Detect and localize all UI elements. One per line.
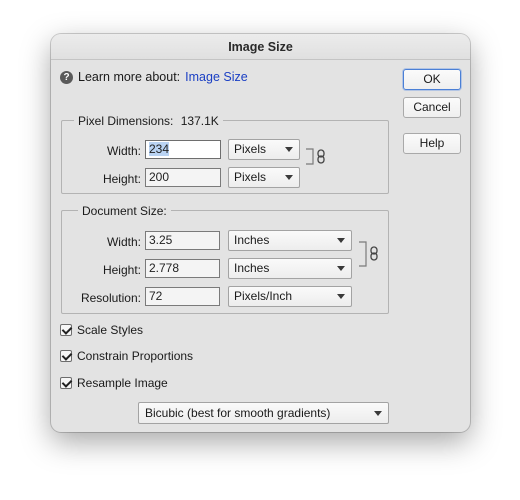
resolution-label: Resolution: xyxy=(80,291,141,305)
chevron-down-icon xyxy=(285,147,293,152)
checkbox-checked-icon[interactable] xyxy=(60,377,72,389)
ok-button[interactable]: OK xyxy=(403,69,461,90)
cancel-button[interactable]: Cancel xyxy=(403,97,461,118)
resolution-value: 72 xyxy=(149,289,163,303)
resample-method-value: Bicubic (best for smooth gradients) xyxy=(145,406,331,420)
chain-link-icon[interactable] xyxy=(358,240,382,268)
doc-width-input[interactable]: 3.25 xyxy=(145,231,220,250)
chevron-down-icon xyxy=(285,175,293,180)
learn-more-prefix: Learn more about: xyxy=(78,70,181,84)
help-button[interactable]: Help xyxy=(403,133,461,154)
pixel-height-unit-select[interactable]: Pixels xyxy=(228,167,300,188)
resolution-unit: Pixels/Inch xyxy=(234,289,293,303)
resolution-unit-select[interactable]: Pixels/Inch xyxy=(228,286,352,307)
chevron-down-icon xyxy=(337,294,345,299)
doc-width-unit-select[interactable]: Inches xyxy=(228,230,352,251)
resolution-input[interactable]: 72 xyxy=(145,287,220,306)
doc-height-value: 2.778 xyxy=(149,261,180,275)
chain-link-icon[interactable] xyxy=(305,147,329,167)
learn-more-row: ? Learn more about: Image Size xyxy=(60,70,248,84)
pixel-dimensions-title: Pixel Dimensions: 137.1K xyxy=(74,114,223,128)
doc-width-value: 3.25 xyxy=(149,233,173,247)
pixel-height-value: 200 xyxy=(149,170,170,184)
pixel-width-label: Width: xyxy=(106,144,141,158)
constrain-proportions-label: Constrain Proportions xyxy=(77,349,194,363)
doc-width-label: Width: xyxy=(106,235,141,249)
doc-height-label: Height: xyxy=(102,263,141,277)
chevron-down-icon xyxy=(337,238,345,243)
document-size-label: Document Size: xyxy=(78,204,171,218)
pixel-width-input[interactable]: 234 xyxy=(145,140,221,159)
pixel-width-unit: Pixels xyxy=(234,142,267,156)
pixel-dimensions-size: 137.1K xyxy=(180,114,219,128)
resample-image-label: Resample Image xyxy=(77,376,168,390)
pixel-height-label: Height: xyxy=(102,172,141,186)
dialog-title: Image Size xyxy=(51,34,470,60)
scale-styles-label: Scale Styles xyxy=(77,323,144,337)
learn-more-link[interactable]: Image Size xyxy=(185,70,248,84)
chevron-down-icon xyxy=(374,411,382,416)
chevron-down-icon xyxy=(337,266,345,271)
pixel-width-unit-select[interactable]: Pixels xyxy=(228,139,300,160)
help-circle-icon: ? xyxy=(60,70,73,84)
doc-width-unit: Inches xyxy=(234,233,270,247)
checkbox-checked-icon[interactable] xyxy=(60,350,72,362)
doc-height-unit-select[interactable]: Inches xyxy=(228,258,352,279)
pixel-dimensions-label: Pixel Dimensions: xyxy=(78,114,174,128)
doc-height-unit: Inches xyxy=(234,261,270,275)
checkbox-checked-icon[interactable] xyxy=(60,324,72,336)
pixel-height-unit: Pixels xyxy=(234,170,267,184)
resample-image-checkbox[interactable]: Resample Image xyxy=(60,376,168,390)
image-size-dialog: Image Size ? Learn more about: Image Siz… xyxy=(51,34,470,432)
scale-styles-checkbox[interactable]: Scale Styles xyxy=(60,323,143,337)
constrain-proportions-checkbox[interactable]: Constrain Proportions xyxy=(60,349,193,363)
doc-height-input[interactable]: 2.778 xyxy=(145,259,220,278)
resample-method-select[interactable]: Bicubic (best for smooth gradients) xyxy=(138,402,389,424)
pixel-height-input[interactable]: 200 xyxy=(145,168,221,187)
pixel-width-value: 234 xyxy=(149,142,170,156)
